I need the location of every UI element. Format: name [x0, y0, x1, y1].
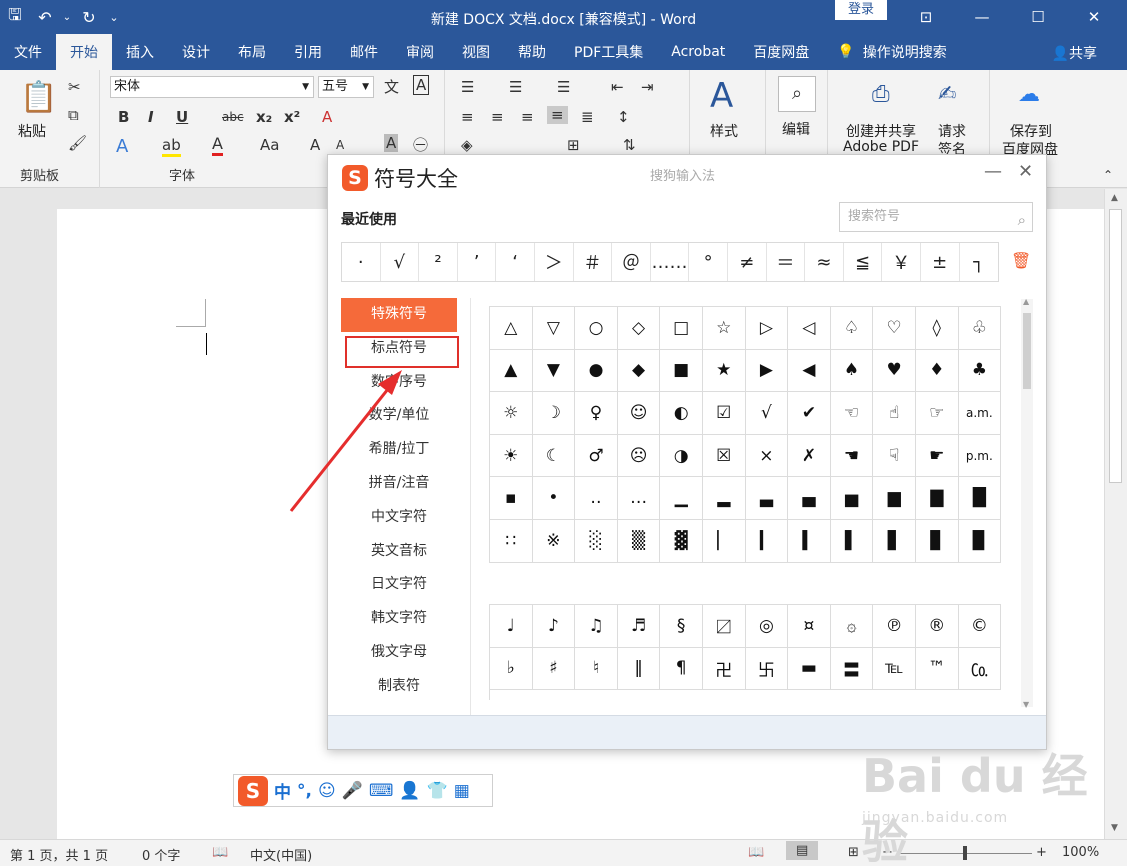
ime-voice-icon[interactable]: 🎤 [342, 781, 363, 801]
baidu-watermark: Bai du 经验 [862, 749, 1088, 866]
sogou-ime-logo-icon[interactable]: S [238, 775, 268, 806]
ime-user-icon[interactable]: 👤 [399, 781, 420, 801]
ime-toolbar: S 中 °, ☺ 🎤 ⌨ 👤 👕 ▦ [233, 774, 493, 807]
ime-emoji-icon[interactable]: ☺ [318, 781, 336, 801]
ime-chinese-mode[interactable]: 中 [274, 778, 291, 803]
baidu-watermark-url: jingyan.baidu.com [862, 810, 1009, 826]
ime-toolbox-icon[interactable]: ▦ [454, 781, 470, 801]
ime-keyboard-icon[interactable]: ⌨ [369, 781, 394, 801]
ime-punctuation[interactable]: °, [297, 781, 312, 801]
annotation-arrow [289, 370, 402, 512]
ime-skin-icon[interactable]: 👕 [427, 781, 448, 801]
